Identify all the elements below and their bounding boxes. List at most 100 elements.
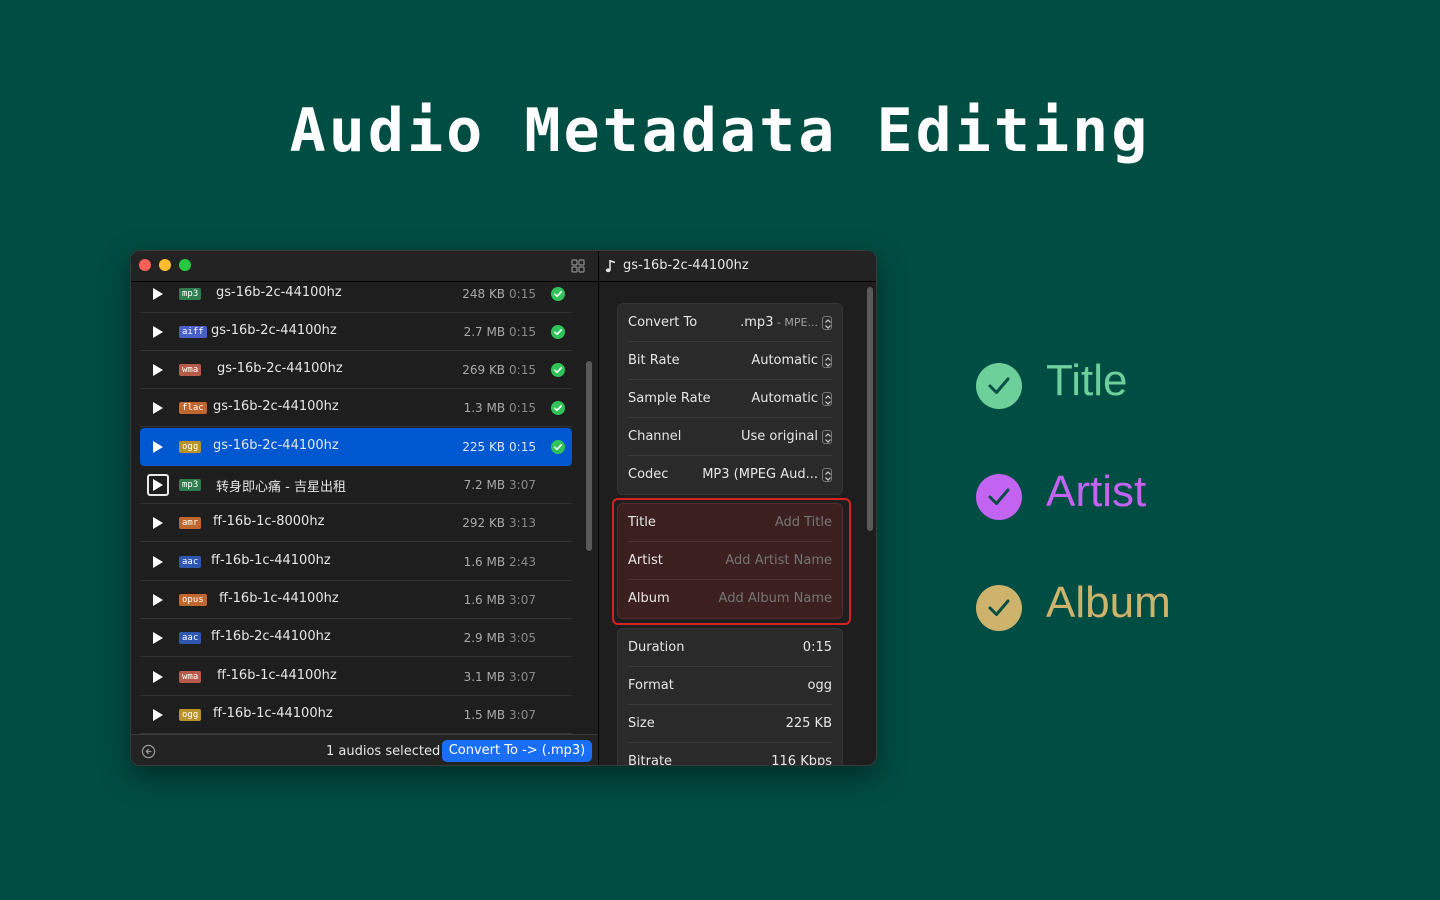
sample-rate-label: Sample Rate	[628, 391, 711, 406]
codec-row[interactable]: Codec MP3 (MPEG Aud...	[628, 456, 832, 494]
file-name: gs-16b-2c-44100hz	[216, 285, 342, 300]
file-duration: 0:15	[509, 401, 536, 415]
file-row[interactable]: ogg gs-16b-2c-44100hz 225 KB 0:15	[140, 428, 572, 466]
convert-button[interactable]: Convert To -> (.mp3)	[442, 740, 592, 762]
file-row[interactable]: aac ff-16b-2c-44100hz 2.9 MB 3:05	[140, 619, 572, 657]
file-row[interactable]: aac ff-16b-1c-44100hz 1.6 MB 2:43	[140, 543, 572, 581]
play-icon[interactable]	[147, 397, 169, 419]
file-info-group: Duration 0:15 Format ogg Size 225 KB Bit…	[617, 628, 843, 765]
detail-toolbar: gs-16b-2c-44100hz	[599, 251, 876, 282]
size-value: 225 KB	[785, 716, 832, 731]
bit-rate-stepper-icon[interactable]	[822, 354, 832, 368]
checkmark-icon	[976, 363, 1022, 409]
file-row[interactable]: amr ff-16b-1c-8000hz 292 KB 3:13	[140, 504, 572, 542]
file-size-duration: 1.6 MB 2:43	[426, 555, 536, 569]
format-badge: ogg	[179, 441, 202, 453]
file-row[interactable]: flac gs-16b-2c-44100hz 1.3 MB 0:15	[140, 389, 572, 427]
format-badge: aac	[179, 556, 202, 568]
file-name: gs-16b-2c-44100hz	[213, 399, 339, 414]
format-badge: ogg	[179, 709, 202, 721]
close-window-button[interactable]	[139, 259, 151, 271]
file-row[interactable]: opus ff-16b-1c-44100hz 1.6 MB 3:07	[140, 581, 572, 619]
file-size-duration: 225 KB 0:15	[426, 440, 536, 454]
convert-to-row[interactable]: Convert To .mp3 - MPE...	[628, 304, 832, 342]
bit-rate-label: Bit Rate	[628, 353, 680, 368]
file-duration: 0:15	[509, 287, 536, 301]
play-icon[interactable]	[147, 551, 169, 573]
file-name: ff-16b-1c-44100hz	[217, 668, 337, 683]
codec-stepper-icon[interactable]	[822, 468, 832, 482]
file-size-duration: 1.6 MB 3:07	[426, 593, 536, 607]
channel-row[interactable]: Channel Use original	[628, 418, 832, 456]
file-name: ff-16b-1c-44100hz	[213, 706, 333, 721]
play-icon[interactable]	[147, 589, 169, 611]
metadata-highlight-frame	[612, 498, 851, 625]
play-icon[interactable]	[147, 666, 169, 688]
file-duration: 3:07	[509, 670, 536, 684]
file-row[interactable]: mp3 gs-16b-2c-44100hz 248 KB 0:15	[140, 282, 572, 313]
done-check-icon	[551, 287, 565, 301]
file-duration: 3:07	[509, 593, 536, 607]
file-name: 转身即心痛 - 吉星出租	[216, 480, 346, 495]
file-row[interactable]: ogg ff-16b-1c-44100hz 1.5 MB 3:07	[140, 696, 572, 734]
grid-view-icon[interactable]	[571, 259, 585, 273]
play-icon[interactable]	[147, 627, 169, 649]
file-row[interactable]: wma gs-16b-2c-44100hz 269 KB 0:15	[140, 351, 572, 389]
convert-to-stepper-icon[interactable]	[822, 316, 832, 330]
play-icon[interactable]	[147, 512, 169, 534]
zoom-window-button[interactable]	[179, 259, 191, 271]
play-icon[interactable]	[147, 283, 169, 305]
play-icon[interactable]	[147, 321, 169, 343]
channel-stepper-icon[interactable]	[822, 430, 832, 444]
file-row[interactable]: wma ff-16b-1c-44100hz 3.1 MB 3:07	[140, 658, 572, 696]
codec-label: Codec	[628, 467, 669, 482]
file-duration: 0:15	[509, 440, 536, 454]
file-row[interactable]: mp3 转身即心痛 - 吉星出租 7.2 MB 3:07	[140, 466, 572, 504]
file-list-scrollbar[interactable]	[586, 361, 592, 551]
duration-row: Duration 0:15	[628, 629, 832, 667]
codec-value[interactable]: MP3 (MPEG Aud...	[702, 467, 818, 482]
bit-rate-value[interactable]: Automatic	[751, 353, 818, 368]
convert-to-value[interactable]: .mp3 - MPE...	[740, 315, 818, 330]
minimize-window-button[interactable]	[159, 259, 171, 271]
left-toolbar	[131, 251, 598, 282]
play-icon[interactable]	[147, 436, 169, 458]
format-badge: opus	[179, 594, 207, 606]
play-icon[interactable]	[147, 474, 169, 496]
feature-label: Title	[1046, 356, 1128, 405]
size-label: Size	[628, 716, 655, 731]
file-duration: 0:15	[509, 363, 536, 377]
file-size-duration: 7.2 MB 3:07	[426, 478, 536, 492]
format-badge: aiff	[179, 326, 207, 338]
file-size: 2.7 MB	[463, 325, 506, 339]
play-icon[interactable]	[147, 704, 169, 726]
file-row[interactable]: aiff gs-16b-2c-44100hz 2.7 MB 0:15	[140, 313, 572, 351]
file-size: 1.5 MB	[463, 708, 506, 722]
done-check-icon	[551, 363, 565, 377]
play-icon[interactable]	[147, 359, 169, 381]
file-size-duration: 2.9 MB 3:05	[426, 631, 536, 645]
channel-value[interactable]: Use original	[741, 429, 818, 444]
file-duration: 2:43	[509, 555, 536, 569]
sample-rate-stepper-icon[interactable]	[822, 392, 832, 406]
format-value: ogg	[807, 678, 832, 693]
back-icon[interactable]	[141, 744, 156, 759]
file-duration: 3:05	[509, 631, 536, 645]
file-duration: 3:07	[509, 708, 536, 722]
duration-value: 0:15	[802, 640, 832, 655]
done-check-icon	[551, 401, 565, 415]
file-name: ff-16b-1c-44100hz	[219, 591, 339, 606]
sample-rate-row[interactable]: Sample Rate Automatic	[628, 380, 832, 418]
checkmark-icon	[976, 585, 1022, 631]
file-name: ff-16b-1c-8000hz	[213, 514, 325, 529]
file-size: 248 KB	[462, 287, 506, 301]
format-label: Format	[628, 678, 674, 693]
detail-scrollbar[interactable]	[867, 287, 873, 531]
file-size-duration: 3.1 MB 3:07	[426, 670, 536, 684]
app-window: mp3 gs-16b-2c-44100hz 248 KB 0:15 aiff gs-16b…	[130, 250, 877, 766]
size-row: Size 225 KB	[628, 705, 832, 743]
sample-rate-value[interactable]: Automatic	[751, 391, 818, 406]
format-badge: amr	[179, 517, 202, 529]
format-badge: flac	[179, 402, 207, 414]
bit-rate-row[interactable]: Bit Rate Automatic	[628, 342, 832, 380]
